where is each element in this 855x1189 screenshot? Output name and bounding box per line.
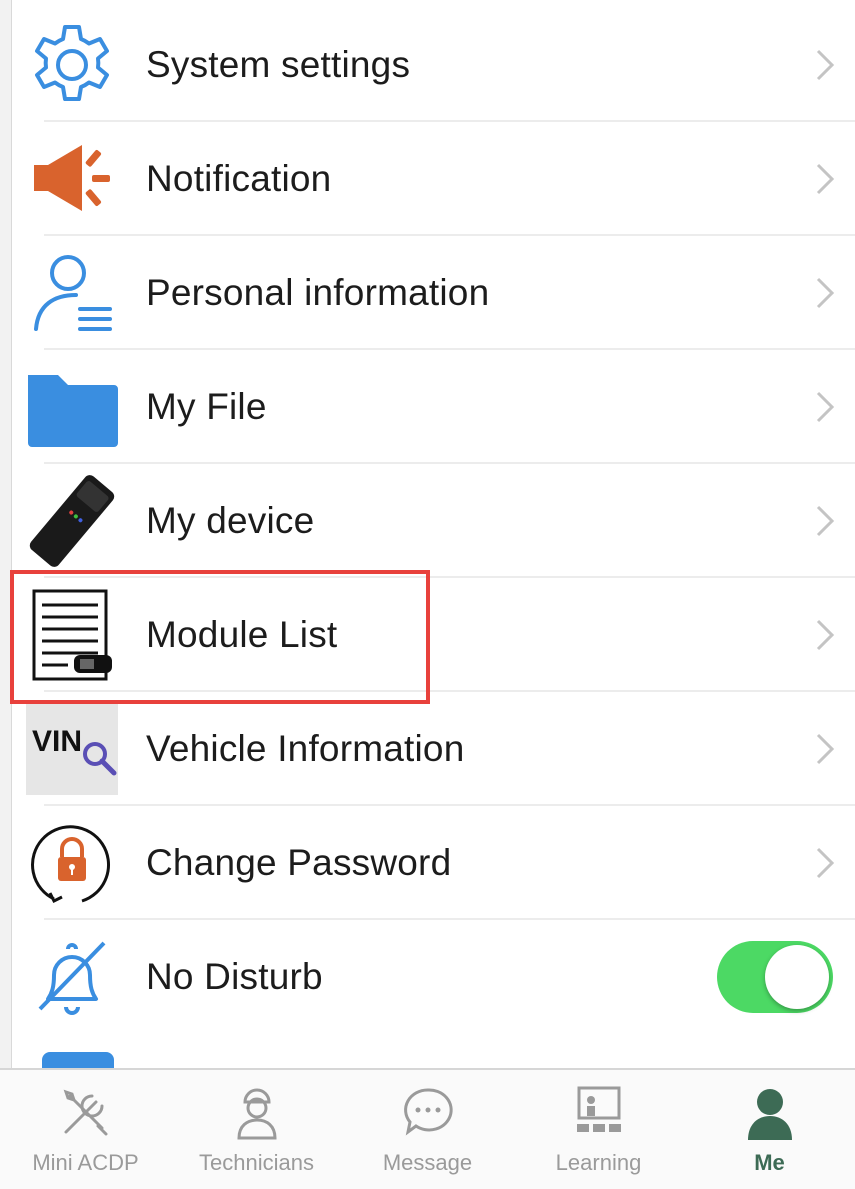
device-icon <box>12 464 132 578</box>
person-icon <box>747 1089 792 1140</box>
chevron-right-icon <box>795 503 855 539</box>
user-profile-icon <box>12 236 132 350</box>
tab-label: Me <box>754 1150 785 1175</box>
menu-item-system-settings[interactable]: System settings <box>12 8 855 122</box>
chevron-right-icon <box>795 731 855 767</box>
left-frame-edge <box>0 0 12 1070</box>
toggle-knob <box>765 945 829 1009</box>
no-disturb-toggle[interactable] <box>717 941 833 1013</box>
chevron-right-icon <box>795 845 855 881</box>
classroom-icon <box>576 1086 621 1132</box>
vin-icon-text: VIN <box>32 725 83 758</box>
menu-item-label: Vehicle Information <box>146 728 465 769</box>
megaphone-icon <box>12 122 132 236</box>
tab-message[interactable]: Message <box>342 1070 513 1189</box>
gear-icon <box>12 8 132 122</box>
bottom-tab-bar: Mini ACDP Technicians Message Learning M… <box>0 1068 855 1189</box>
chevron-right-icon <box>795 161 855 197</box>
menu-item-vehicle-information[interactable]: VIN Vehicle Information <box>12 692 855 806</box>
menu-item-change-password[interactable]: Change Password <box>12 806 855 920</box>
menu-item-my-file[interactable]: My File <box>12 350 855 464</box>
chevron-right-icon <box>795 389 855 425</box>
menu-item-label: No Disturb <box>146 956 323 997</box>
tab-label: Learning <box>555 1150 642 1175</box>
tools-icon <box>63 1089 107 1136</box>
technician-icon <box>236 1088 277 1140</box>
menu-item-label: My File <box>146 386 267 427</box>
tab-learning[interactable]: Learning <box>513 1070 684 1189</box>
menu-item-label: Module List <box>146 614 338 655</box>
tab-label: Mini ACDP <box>32 1150 139 1175</box>
menu-item-label: My device <box>146 500 315 541</box>
settings-menu: System settings Notification Personal in… <box>12 8 855 1034</box>
menu-item-notification[interactable]: Notification <box>12 122 855 236</box>
chevron-right-icon <box>795 275 855 311</box>
tab-label: Technicians <box>199 1150 314 1175</box>
chevron-right-icon <box>795 617 855 653</box>
vin-search-icon: VIN <box>12 692 132 806</box>
lock-refresh-icon <box>12 806 132 920</box>
chat-bubble-icon <box>403 1088 453 1136</box>
tab-label: Message <box>382 1150 473 1175</box>
menu-item-no-disturb: No Disturb <box>12 920 855 1034</box>
menu-item-module-list[interactable]: Module List <box>12 578 855 692</box>
folder-icon <box>12 350 132 464</box>
tab-technicians[interactable]: Technicians <box>171 1070 342 1189</box>
tab-me[interactable]: Me <box>684 1070 855 1189</box>
menu-item-label: Personal information <box>146 272 490 313</box>
menu-item-label: Notification <box>146 158 332 199</box>
partial-next-item-icon <box>42 1052 114 1068</box>
chevron-right-icon <box>795 47 855 83</box>
menu-item-label: System settings <box>146 44 411 85</box>
document-list-icon <box>12 578 132 692</box>
menu-item-label: Change Password <box>146 842 452 883</box>
bell-off-icon <box>12 920 132 1034</box>
menu-item-my-device[interactable]: My device <box>12 464 855 578</box>
menu-item-personal-information[interactable]: Personal information <box>12 236 855 350</box>
tab-mini-acdp[interactable]: Mini ACDP <box>0 1070 171 1189</box>
